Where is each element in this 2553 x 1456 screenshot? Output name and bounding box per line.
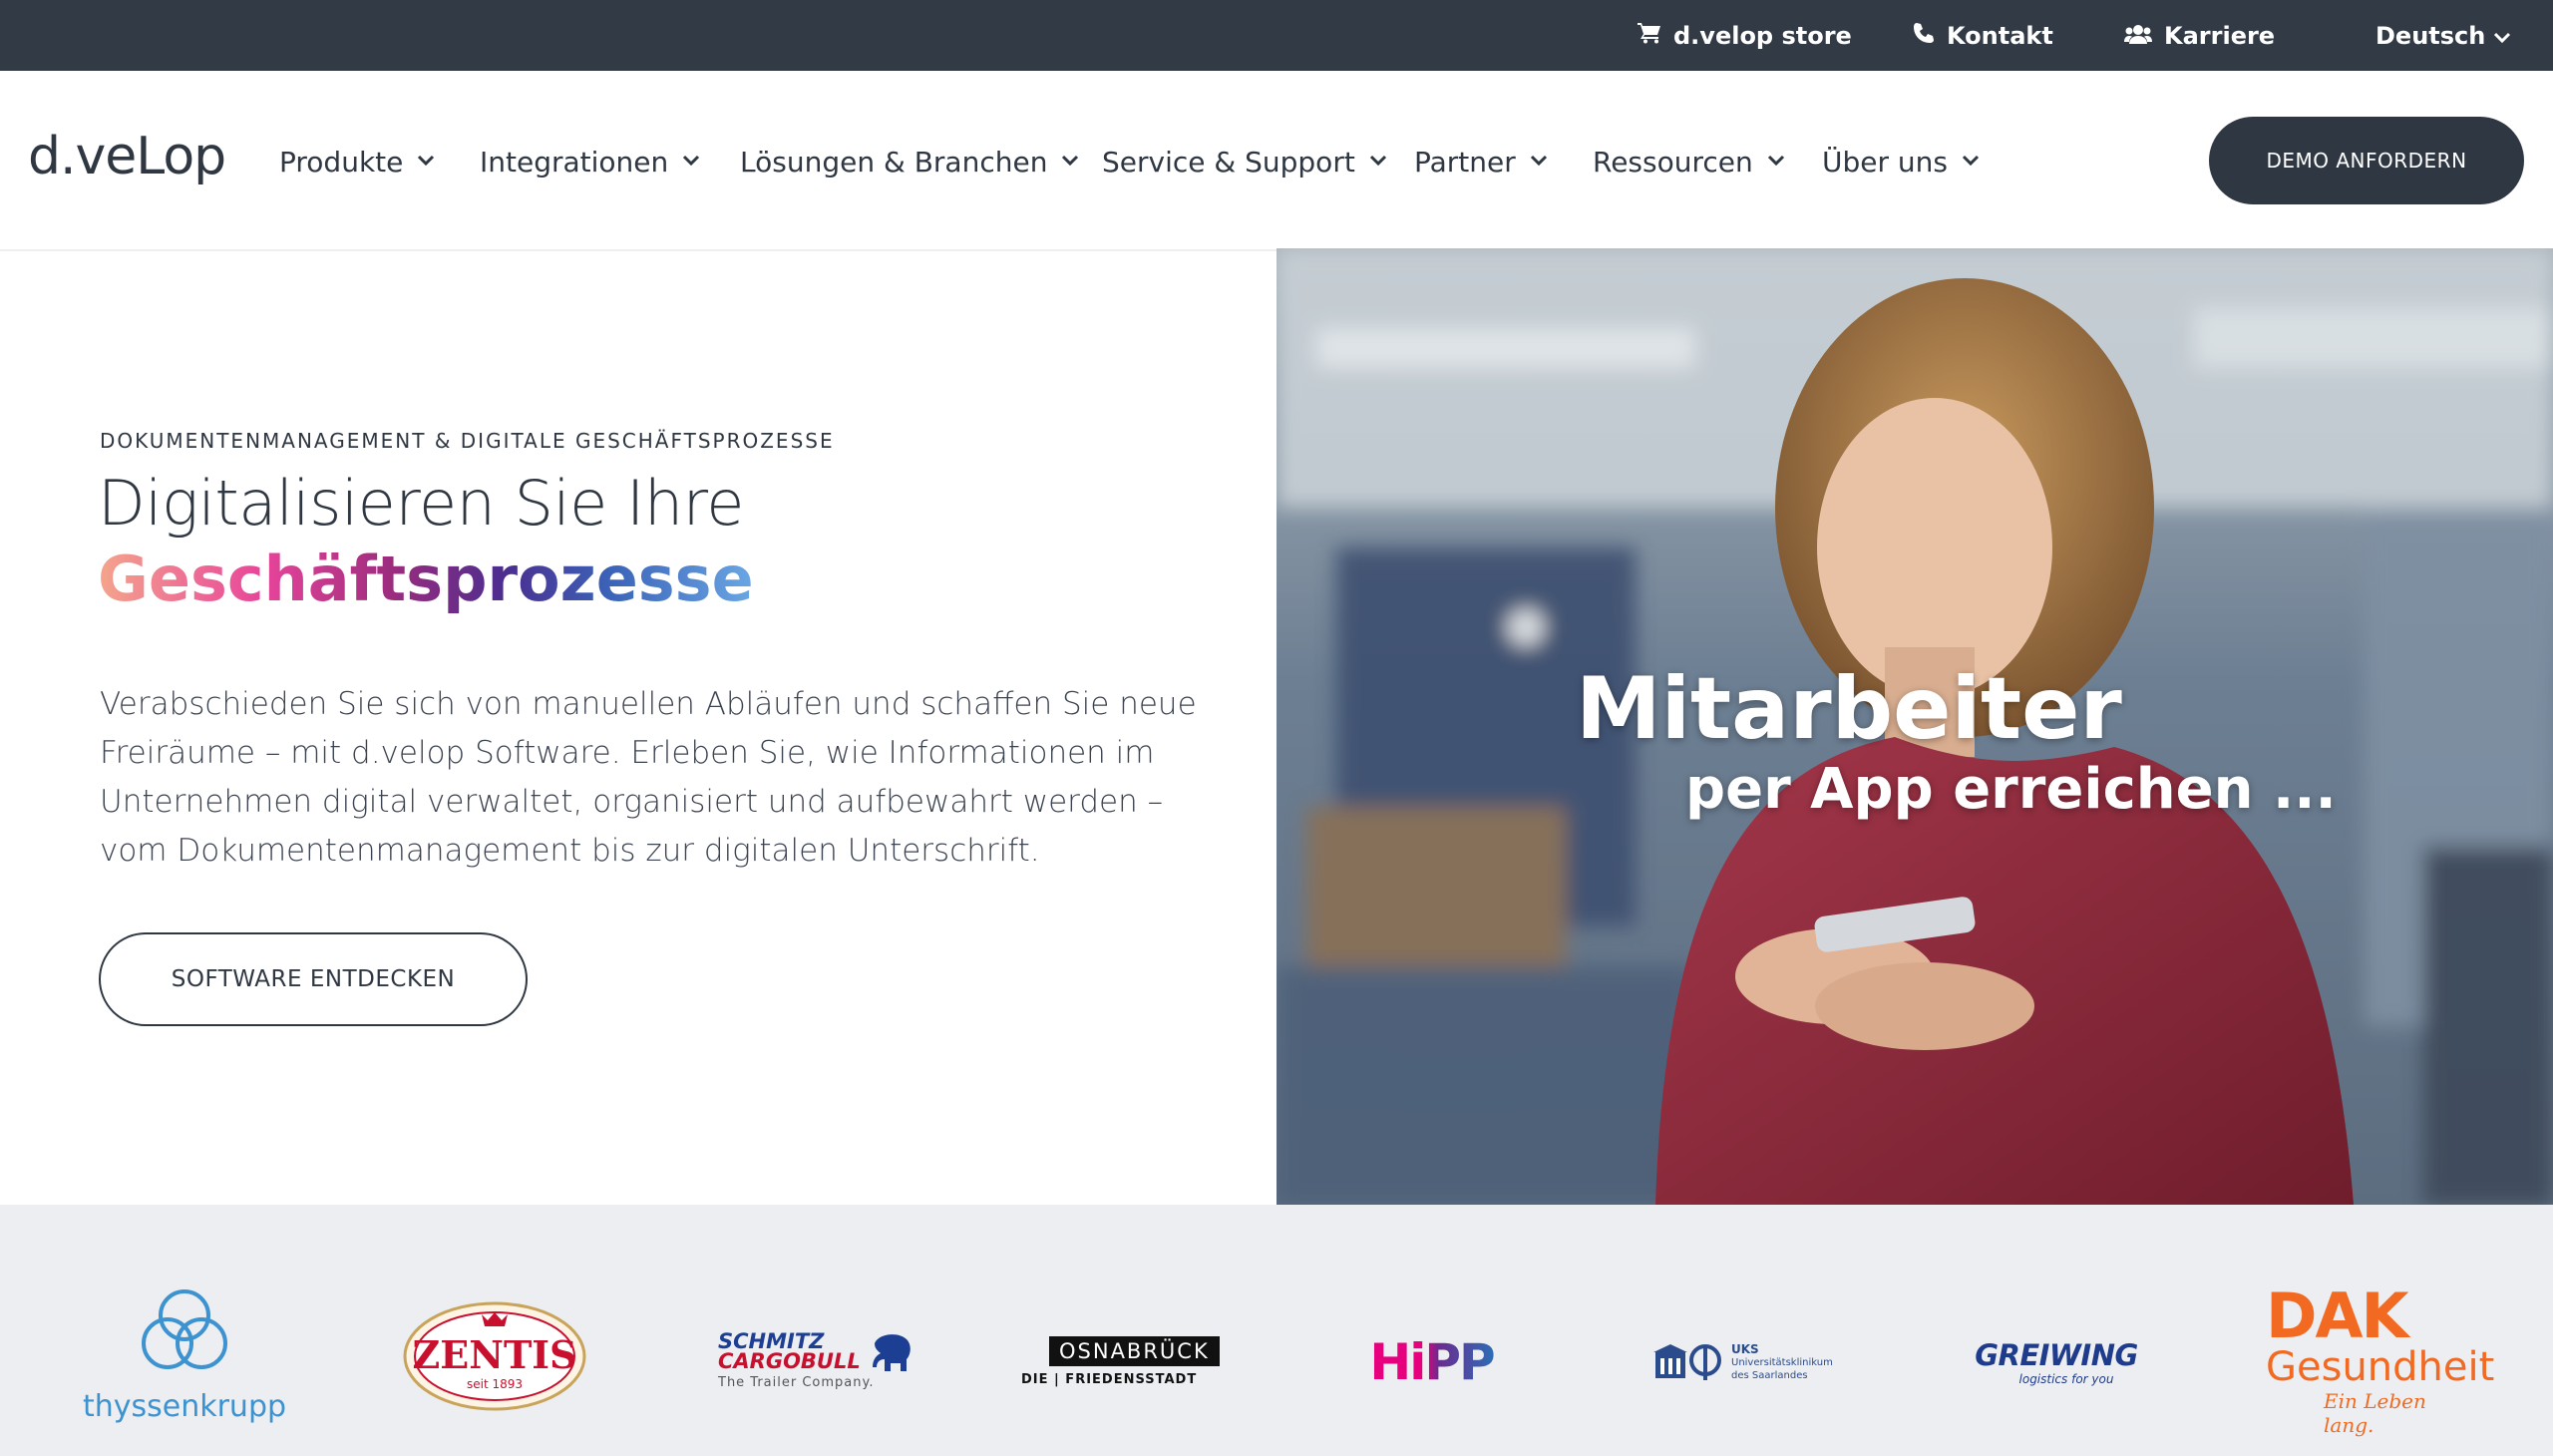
elephant-icon: [872, 1333, 911, 1371]
chevron-down-icon: [1530, 154, 1547, 170]
nav-item-ressourcen[interactable]: Ressourcen: [1593, 137, 1784, 186]
nav-item-label: Lösungen & Branchen: [740, 145, 1048, 179]
cargobull-wordmark: CARGOBULL: [718, 1348, 861, 1373]
dak-wordmark: DAK: [2266, 1279, 2408, 1352]
phone-icon: [1913, 22, 1935, 50]
nav-item-label: Partner: [1414, 145, 1516, 179]
logo-zentis: ZENTIS seit 1893: [402, 1300, 587, 1412]
hero-lead-text: Verabschieden Sie sich von manuellen Abl…: [100, 686, 1197, 869]
nav-item-label: Integrationen: [480, 145, 669, 179]
chevron-down-icon: [1061, 154, 1079, 170]
careers-label: Karriere: [2164, 21, 2276, 50]
video-overlay-line1: Mitarbeiter: [1576, 659, 2122, 759]
greiwing-tagline: logistics for you: [2018, 1372, 2114, 1386]
chevron-down-icon: [682, 154, 700, 170]
dak-gesundheit-wordmark: Gesundheit: [2266, 1344, 2495, 1390]
users-icon: [2124, 22, 2152, 50]
logo-schmitz-cargobull: SCHMITZ CARGOBULL The Trailer Company.: [718, 1319, 911, 1399]
schmitz-wordmark: SCHMITZ: [718, 1328, 825, 1353]
zentis-wordmark: ZENTIS: [412, 1331, 577, 1377]
nav-item-label: Ressourcen: [1593, 145, 1753, 179]
dvelop-logo[interactable]: d.veLop: [28, 127, 226, 196]
hero-video[interactable]: Mitarbeiter per App erreichen ...: [1276, 248, 2553, 1205]
nav-item-label: Über uns: [1822, 145, 1948, 179]
nav-item-produkte[interactable]: Produkte: [279, 137, 435, 186]
zentis-tagline: seit 1893: [466, 1376, 524, 1391]
logo-greiwing: GREIWING logistics for you: [1975, 1329, 2138, 1395]
hero-title-line2: Geschäftsprozesse: [98, 543, 754, 615]
chevron-down-icon: [417, 154, 435, 170]
logo-uks: UKS Universitätsklinikum des Saarlandes: [1653, 1334, 1839, 1390]
utility-bar: d.velop store Kontakt Karriere Deutsch: [0, 0, 2553, 71]
careers-link[interactable]: Karriere: [2124, 0, 2275, 71]
thyssenkrupp-wordmark: thyssenkrupp: [82, 1388, 287, 1424]
discover-software-button[interactable]: SOFTWARE ENTDECKEN: [99, 932, 528, 1026]
nav-item-partner[interactable]: Partner: [1414, 137, 1547, 186]
demo-request-button[interactable]: DEMO ANFORDERN: [2209, 117, 2524, 204]
logo-text: d.veLop: [28, 127, 226, 186]
schmitz-tagline: The Trailer Company.: [718, 1374, 875, 1390]
logo-hipp: HiPP: [1364, 1332, 1499, 1392]
chevron-down-icon: [2493, 22, 2511, 50]
osnabrueck-wordmark: OSNABRÜCK: [1049, 1335, 1220, 1366]
nav-item-integrationen[interactable]: Integrationen: [480, 137, 700, 186]
uks-subtitle-1: Universitätsklinikum: [1731, 1356, 1833, 1368]
nav-item-service[interactable]: Service & Support: [1102, 137, 1386, 186]
greiwing-wordmark: GREIWING: [1975, 1338, 2138, 1372]
hero-text-panel: DOKUMENTENMANAGEMENT & DIGITALE GESCHÄFT…: [0, 251, 1276, 1205]
logo-osnabrueck: OSNABRÜCK DIE | FRIEDENSSTADT: [1021, 1326, 1221, 1396]
main-navigation: d.veLop Produkte Integrationen Lösungen …: [0, 71, 2553, 251]
uks-building-icon: [1653, 1344, 1721, 1380]
nav-item-ueber-uns[interactable]: Über uns: [1822, 137, 1980, 186]
cart-icon: [1638, 22, 1661, 50]
uks-wordmark: UKS: [1731, 1341, 1759, 1356]
chevron-down-icon: [1369, 154, 1386, 170]
hero-eyebrow: DOKUMENTENMANAGEMENT & DIGITALE GESCHÄFT…: [100, 429, 835, 453]
contact-link[interactable]: Kontakt: [1913, 0, 2053, 71]
nav-item-loesungen[interactable]: Lösungen & Branchen: [740, 137, 1079, 186]
logo-thyssenkrupp: thyssenkrupp: [83, 1279, 286, 1429]
customer-logo-strip: thyssenkrupp ZENTIS seit 1893 SCHMITZ CA…: [0, 1205, 2553, 1456]
nav-item-label: Produkte: [279, 145, 404, 179]
osnabrueck-tagline: DIE | FRIEDENSSTADT: [1021, 1371, 1198, 1387]
chevron-down-icon: [1767, 154, 1784, 170]
chevron-down-icon: [1962, 154, 1980, 170]
language-select[interactable]: Deutsch: [2375, 0, 2511, 71]
video-overlay-line2: per App erreichen ...: [1685, 757, 2337, 822]
contact-label: Kontakt: [1947, 21, 2053, 50]
language-label: Deutsch: [2375, 21, 2486, 50]
thyssenkrupp-rings-icon: [142, 1288, 227, 1369]
hero-title-line1: Digitalisieren Sie Ihre: [98, 467, 744, 540]
hipp-wordmark: HiPP: [1369, 1333, 1495, 1391]
store-label: d.velop store: [1673, 21, 1852, 50]
nav-item-label: Service & Support: [1102, 145, 1355, 179]
store-link[interactable]: d.velop store: [1638, 0, 1852, 71]
uks-subtitle-2: des Saarlandes: [1731, 1369, 1808, 1381]
logo-dak: DAK Gesundheit Ein Leben lang.: [2266, 1285, 2494, 1438]
dak-tagline: Ein Leben lang.: [2324, 1389, 2426, 1437]
